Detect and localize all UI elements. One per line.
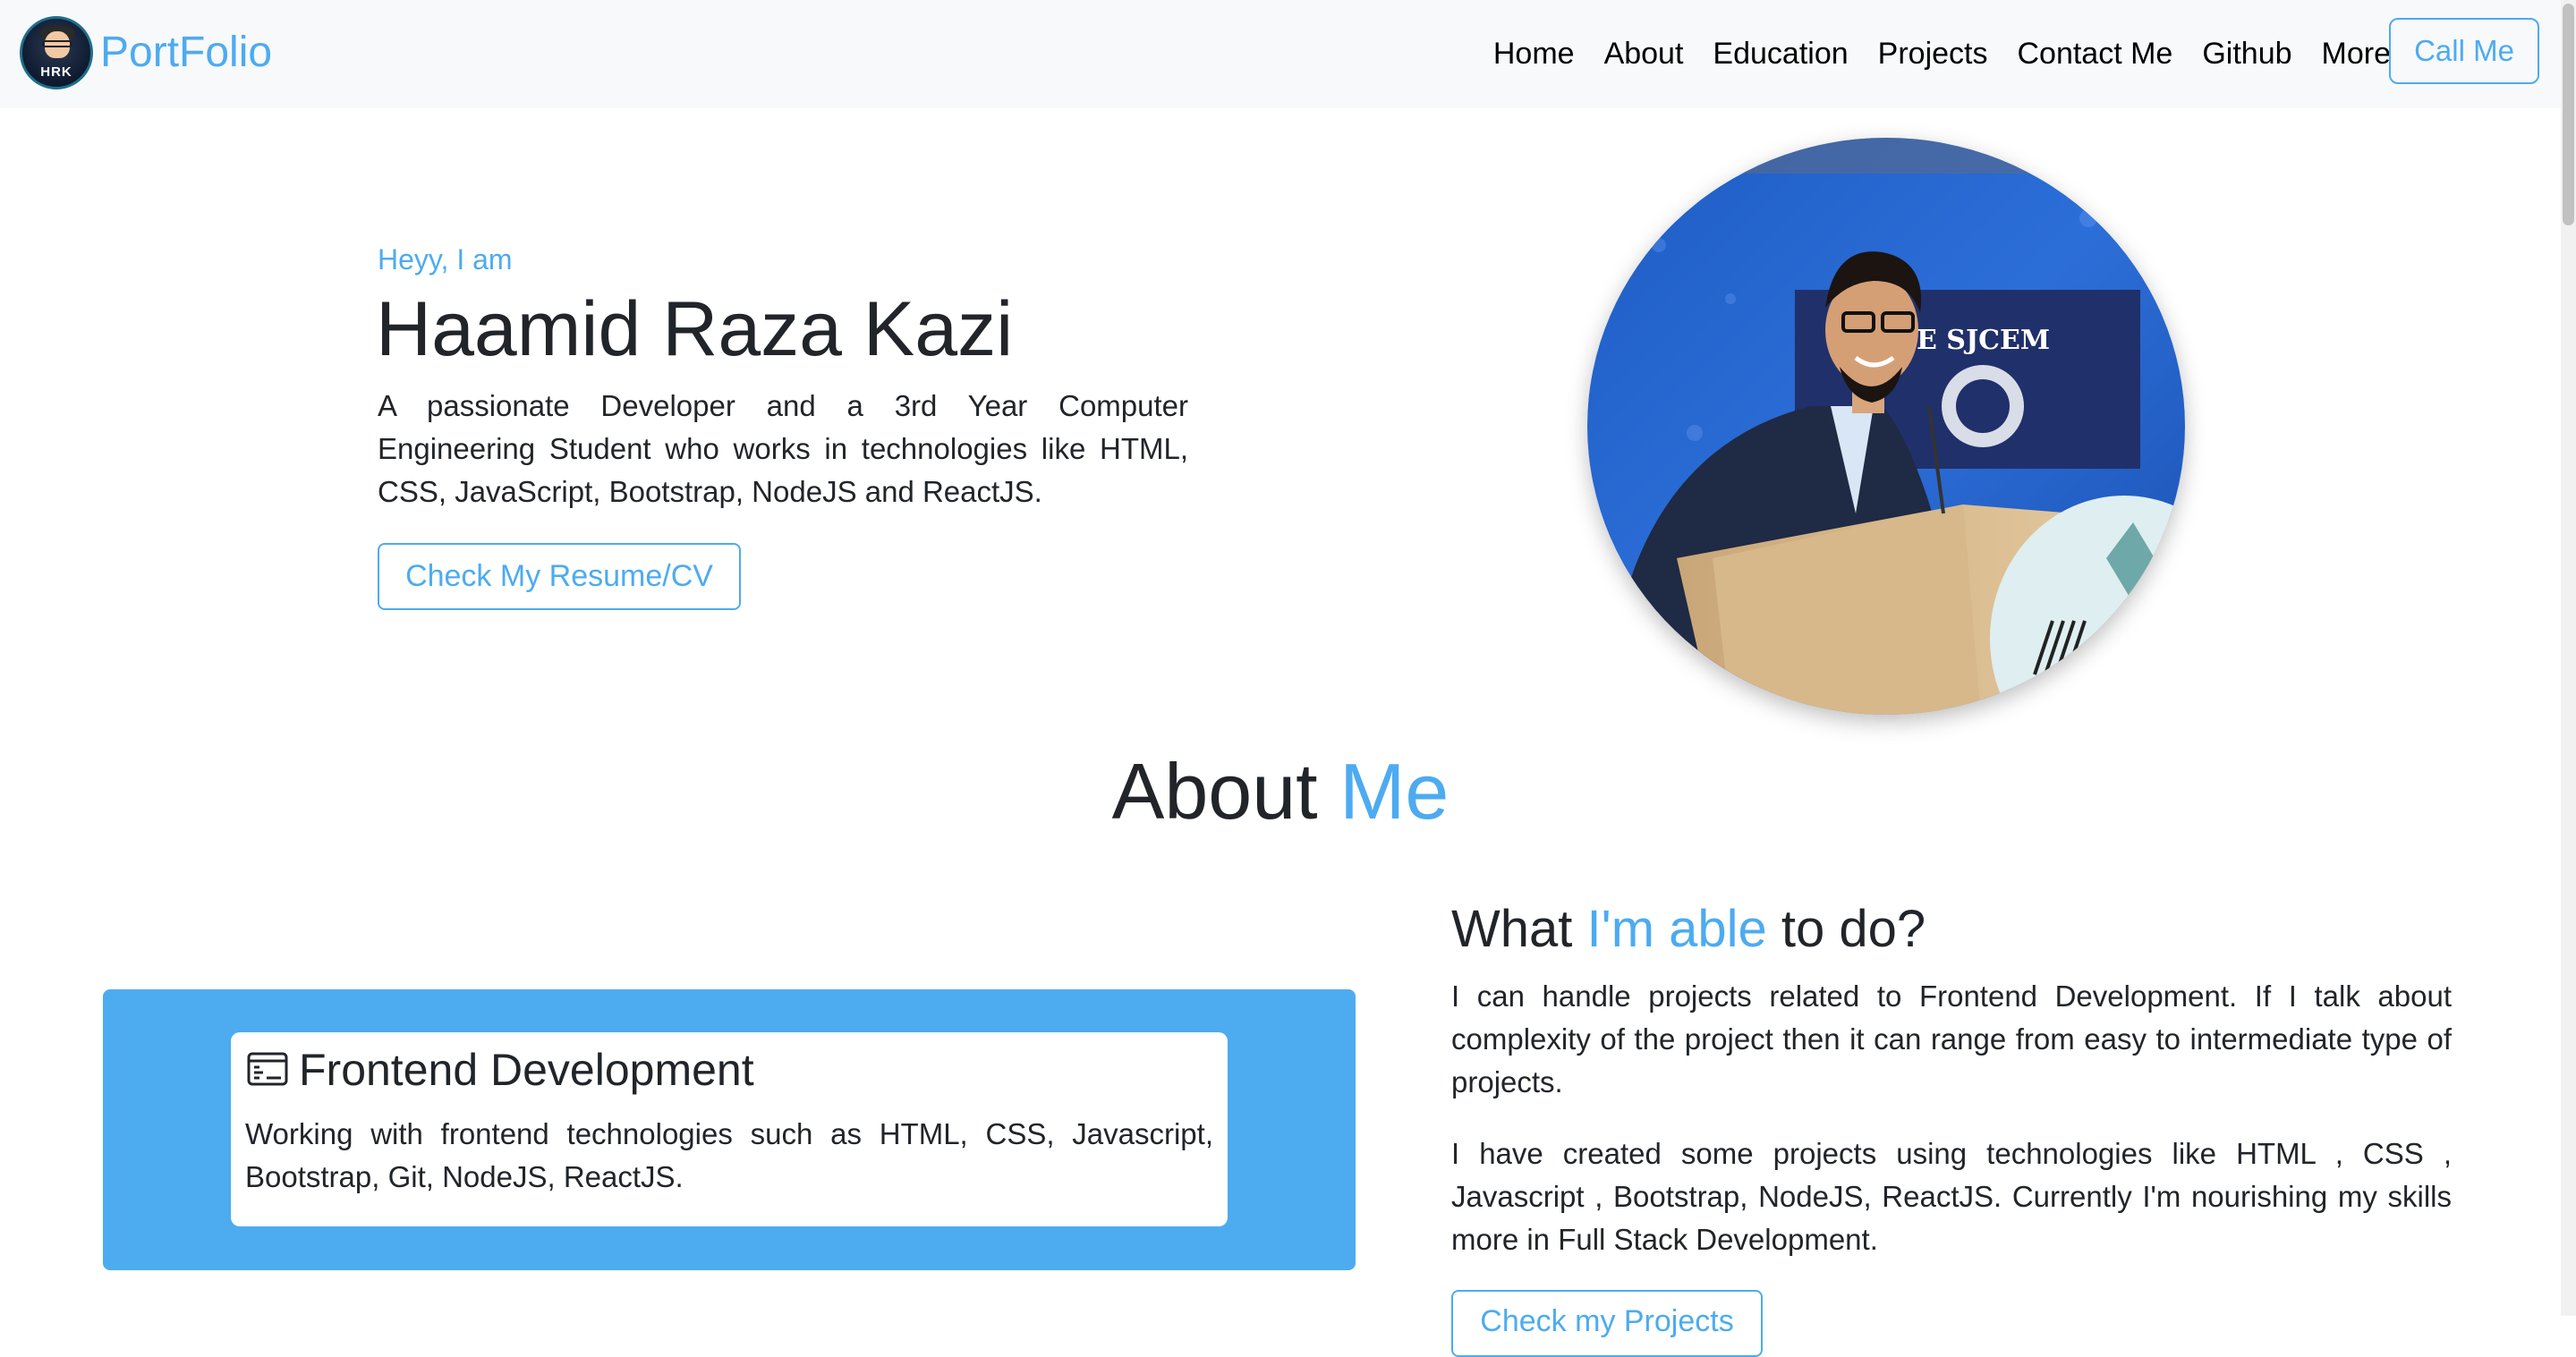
navbar: HRK PortFolio Home About Education Proje… — [0, 0, 2561, 108]
brand-name[interactable]: PortFolio — [100, 31, 272, 74]
nav-link-about[interactable]: About — [1604, 36, 1684, 72]
logo-text: HRK — [40, 64, 72, 80]
about-section-title: About Me — [0, 742, 2561, 841]
nav-link-home[interactable]: Home — [1493, 36, 1575, 72]
resume-button[interactable]: Check My Resume/CV — [378, 543, 741, 610]
logo-glasses — [42, 40, 72, 47]
nav-links: Home About Education Projects Contact Me… — [1493, 36, 2391, 72]
call-me-button[interactable]: Call Me — [2389, 18, 2539, 84]
hero-greeting: Heyy, I am — [378, 243, 513, 276]
hero-description: A passionate Developer and a 3rd Year Co… — [378, 389, 1188, 508]
about-title-accent: Me — [1339, 747, 1450, 835]
skill-card-text: Working with frontend technologies such … — [245, 1117, 1213, 1193]
able-title-part1: What — [1451, 900, 1573, 958]
skill-card-title: Frontend Development — [299, 1045, 754, 1095]
banner-text: E SJCEM — [1917, 325, 2050, 356]
nav-link-more[interactable]: More — [2322, 36, 2391, 72]
able-paragraph-2: I have created some projects using techn… — [1451, 1137, 2452, 1256]
nav-link-github[interactable]: Github — [2202, 36, 2291, 72]
nav-link-education[interactable]: Education — [1713, 36, 1848, 72]
able-title-accent: I'm able — [1586, 900, 1767, 958]
able-paragraph-1: I can handle projects related to Fronten… — [1451, 980, 2452, 1098]
hero-name: Haamid Raza Kazi — [376, 286, 1014, 372]
brand-link[interactable]: HRK PortFolio — [20, 16, 272, 89]
able-title-part3: to do? — [1781, 900, 1926, 958]
projects-button[interactable]: Check my Projects — [1451, 1290, 1763, 1357]
nav-link-projects[interactable]: Projects — [1878, 36, 1988, 72]
able-section-title: What I'm able to do? — [1451, 898, 1926, 961]
scrollbar-thumb[interactable] — [2563, 4, 2574, 225]
terminal-window-icon — [247, 1052, 288, 1086]
about-title-main: About — [1111, 747, 1318, 835]
profile-photo: E SJCEM — [1587, 138, 2185, 715]
nav-link-contact-me[interactable]: Contact Me — [2017, 36, 2172, 72]
logo-avatar: HRK — [20, 16, 93, 89]
page-scrollbar[interactable] — [2561, 0, 2576, 1316]
profile-photo-illustration: E SJCEM — [1587, 138, 2185, 715]
